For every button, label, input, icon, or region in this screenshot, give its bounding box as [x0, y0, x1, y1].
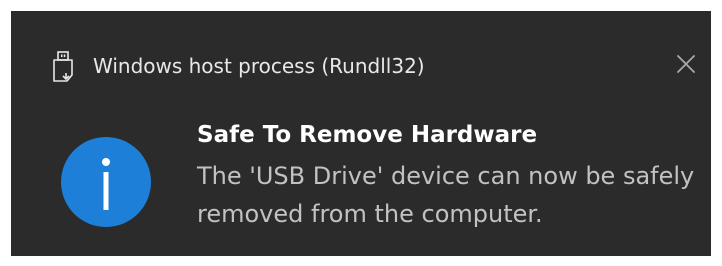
toast-notification[interactable]: Windows host process (Rundll32) Safe To …	[11, 11, 711, 256]
close-icon[interactable]	[673, 51, 699, 77]
info-icon	[61, 137, 151, 227]
notification-message: The 'USB Drive' device can now be safely…	[197, 162, 695, 228]
usb-drive-icon	[53, 51, 73, 82]
notification-title: Safe To Remove Hardware	[197, 122, 538, 148]
notification-header: Windows host process (Rundll32)	[11, 11, 711, 111]
app-name: Windows host process (Rundll32)	[93, 54, 425, 78]
